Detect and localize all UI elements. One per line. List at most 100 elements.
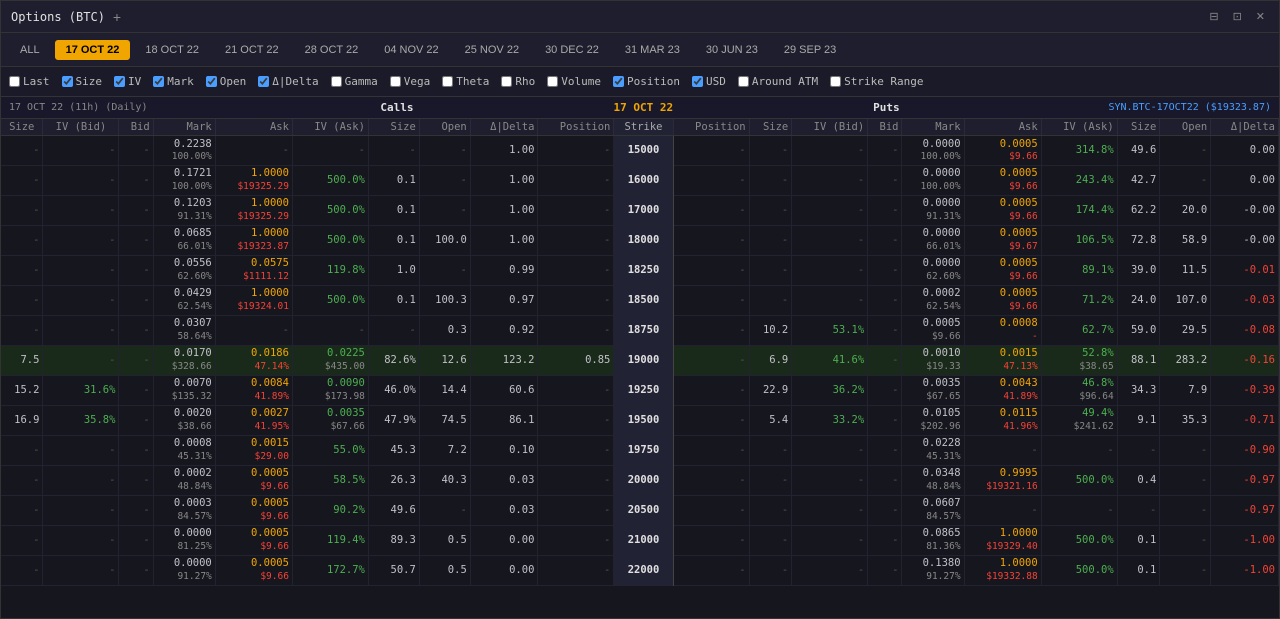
opt-checkbox-theta[interactable] xyxy=(442,76,453,87)
calls-open-cell: 0.3 xyxy=(419,315,470,345)
table-cell: - xyxy=(119,285,153,315)
calls-ivask-cell: 0.0035$67.66 xyxy=(292,405,368,435)
calls-ask-cell: - xyxy=(215,315,292,345)
opt-checkbox-open[interactable] xyxy=(206,76,217,87)
opt-item-strikerange[interactable]: Strike Range xyxy=(830,75,923,88)
puts-delta-cell: -0.00 xyxy=(1211,195,1279,225)
calls-open-cell: - xyxy=(419,255,470,285)
puts-ivbid-cell: - xyxy=(792,285,868,315)
opt-item-rho[interactable]: Rho xyxy=(501,75,535,88)
calls-delta-cell: 0.03 xyxy=(470,465,538,495)
puts-open-cell: - xyxy=(1160,525,1211,555)
th-size-calls: Size xyxy=(1,119,43,136)
tab-21oct22[interactable]: 21 OCT 22 xyxy=(214,40,290,60)
puts-bid-cell: - xyxy=(868,525,902,555)
opt-label-12: USD xyxy=(706,75,726,88)
calls-ivask-cell: 500.0% xyxy=(292,195,368,225)
table-row: ---0.2238100.00%----1.00-15000----0.0000… xyxy=(1,136,1279,166)
puts-ask-cell: - xyxy=(964,435,1041,465)
calls-open-cell: 7.2 xyxy=(419,435,470,465)
puts-ivask-cell: 71.2% xyxy=(1041,285,1117,315)
tab-18oct22[interactable]: 18 OCT 22 xyxy=(134,40,210,60)
opt-item-last[interactable]: Last xyxy=(9,75,50,88)
puts-bid-cell: - xyxy=(868,345,902,375)
opt-item-δdelta[interactable]: Δ|Delta xyxy=(258,75,318,88)
opt-item-position[interactable]: Position xyxy=(613,75,680,88)
calls-delta-cell: 0.92 xyxy=(470,315,538,345)
tab-17oct22[interactable]: 17 OCT 22 xyxy=(55,40,131,60)
table-cell: - xyxy=(119,405,153,435)
calls-ask-cell: - xyxy=(215,136,292,166)
title-bar: Options (BTC) + ⊟ ⊡ ✕ xyxy=(1,1,1279,33)
opt-checkbox-usd[interactable] xyxy=(692,76,703,87)
tab-all[interactable]: ALL xyxy=(9,40,51,60)
tab-31mar23[interactable]: 31 MAR 23 xyxy=(614,40,691,60)
tab-29sep23[interactable]: 29 SEP 23 xyxy=(773,40,847,60)
th-iv-ask-puts: IV (Ask) xyxy=(1041,119,1117,136)
puts-size-cell: - xyxy=(749,225,792,255)
puts-size2-cell: 34.3 xyxy=(1117,375,1160,405)
opt-item-aroundatm[interactable]: Around ATM xyxy=(738,75,818,88)
calls-ask-cell: 1.0000$19323.87 xyxy=(215,225,292,255)
strike-cell: 15000 xyxy=(614,136,673,166)
opt-item-open[interactable]: Open xyxy=(206,75,247,88)
tab-30dec22[interactable]: 30 DEC 22 xyxy=(534,40,610,60)
calls-ivask-cell: - xyxy=(292,136,368,166)
puts-ivask-cell: 62.7% xyxy=(1041,315,1117,345)
opt-checkbox-gamma[interactable] xyxy=(331,76,342,87)
table-cell: - xyxy=(1,225,43,255)
maximize-button[interactable]: ⊡ xyxy=(1229,8,1246,25)
tab-04nov22[interactable]: 04 NOV 22 xyxy=(373,40,449,60)
minimize-button[interactable]: ⊟ xyxy=(1205,8,1222,25)
puts-ask-cell: 0.0005$9.66 xyxy=(964,195,1041,225)
opt-checkbox-mark[interactable] xyxy=(153,76,164,87)
puts-ivask-cell: 49.4%$241.62 xyxy=(1041,405,1117,435)
opt-item-size[interactable]: Size xyxy=(62,75,103,88)
opt-label-4: Open xyxy=(220,75,247,88)
opt-checkbox-volume[interactable] xyxy=(547,76,558,87)
opt-checkbox-vega[interactable] xyxy=(390,76,401,87)
opt-item-theta[interactable]: Theta xyxy=(442,75,489,88)
tab-25nov22[interactable]: 25 NOV 22 xyxy=(454,40,530,60)
table-cell: 16.9 xyxy=(1,405,43,435)
opt-item-mark[interactable]: Mark xyxy=(153,75,194,88)
puts-ivask-cell: 500.0% xyxy=(1041,465,1117,495)
calls-mark-cell: 0.000384.57% xyxy=(153,495,215,525)
close-button[interactable]: ✕ xyxy=(1252,8,1269,25)
calls-ask-cell: 1.0000$19325.29 xyxy=(215,165,292,195)
puts-ivask-cell: 243.4% xyxy=(1041,165,1117,195)
opt-checkbox-last[interactable] xyxy=(9,76,20,87)
calls-position-cell: - xyxy=(538,435,614,465)
opt-item-gamma[interactable]: Gamma xyxy=(331,75,378,88)
puts-mark-cell: 0.000262.54% xyxy=(902,285,964,315)
calls-open-cell: 0.5 xyxy=(419,555,470,585)
puts-ivask-cell: 500.0% xyxy=(1041,555,1117,585)
puts-ivbid-cell: - xyxy=(792,136,868,166)
puts-ask-cell: 0.9995$19321.16 xyxy=(964,465,1041,495)
opt-checkbox-δdelta[interactable] xyxy=(258,76,269,87)
opt-checkbox-iv[interactable] xyxy=(114,76,125,87)
title-bar-right: ⊟ ⊡ ✕ xyxy=(1205,8,1269,25)
opt-item-iv[interactable]: IV xyxy=(114,75,141,88)
tab-28oct22[interactable]: 28 OCT 22 xyxy=(294,40,370,60)
opt-checkbox-aroundatm[interactable] xyxy=(738,76,749,87)
calls-ask-cell: 0.0015$29.00 xyxy=(215,435,292,465)
opt-checkbox-rho[interactable] xyxy=(501,76,512,87)
opt-item-usd[interactable]: USD xyxy=(692,75,726,88)
opt-item-volume[interactable]: Volume xyxy=(547,75,601,88)
add-tab-button[interactable]: + xyxy=(113,9,121,25)
opt-item-vega[interactable]: Vega xyxy=(390,75,431,88)
puts-size2-cell: 42.7 xyxy=(1117,165,1160,195)
opt-checkbox-size[interactable] xyxy=(62,76,73,87)
options-table-container[interactable]: Size IV (Bid) Bid Mark Ask IV (Ask) Size… xyxy=(1,119,1279,618)
th-open-calls: Open xyxy=(419,119,470,136)
opt-checkbox-position[interactable] xyxy=(613,76,624,87)
puts-open-cell: - xyxy=(1160,555,1211,585)
opt-checkbox-strikerange[interactable] xyxy=(830,76,841,87)
table-cell: - xyxy=(43,345,119,375)
th-iv-bid-puts: IV (Bid) xyxy=(792,119,868,136)
opt-label-8: Theta xyxy=(456,75,489,88)
puts-mark-cell: 0.138091.27% xyxy=(902,555,964,585)
tab-30jun23[interactable]: 30 JUN 23 xyxy=(695,40,769,60)
puts-size-cell: 5.4 xyxy=(749,405,792,435)
